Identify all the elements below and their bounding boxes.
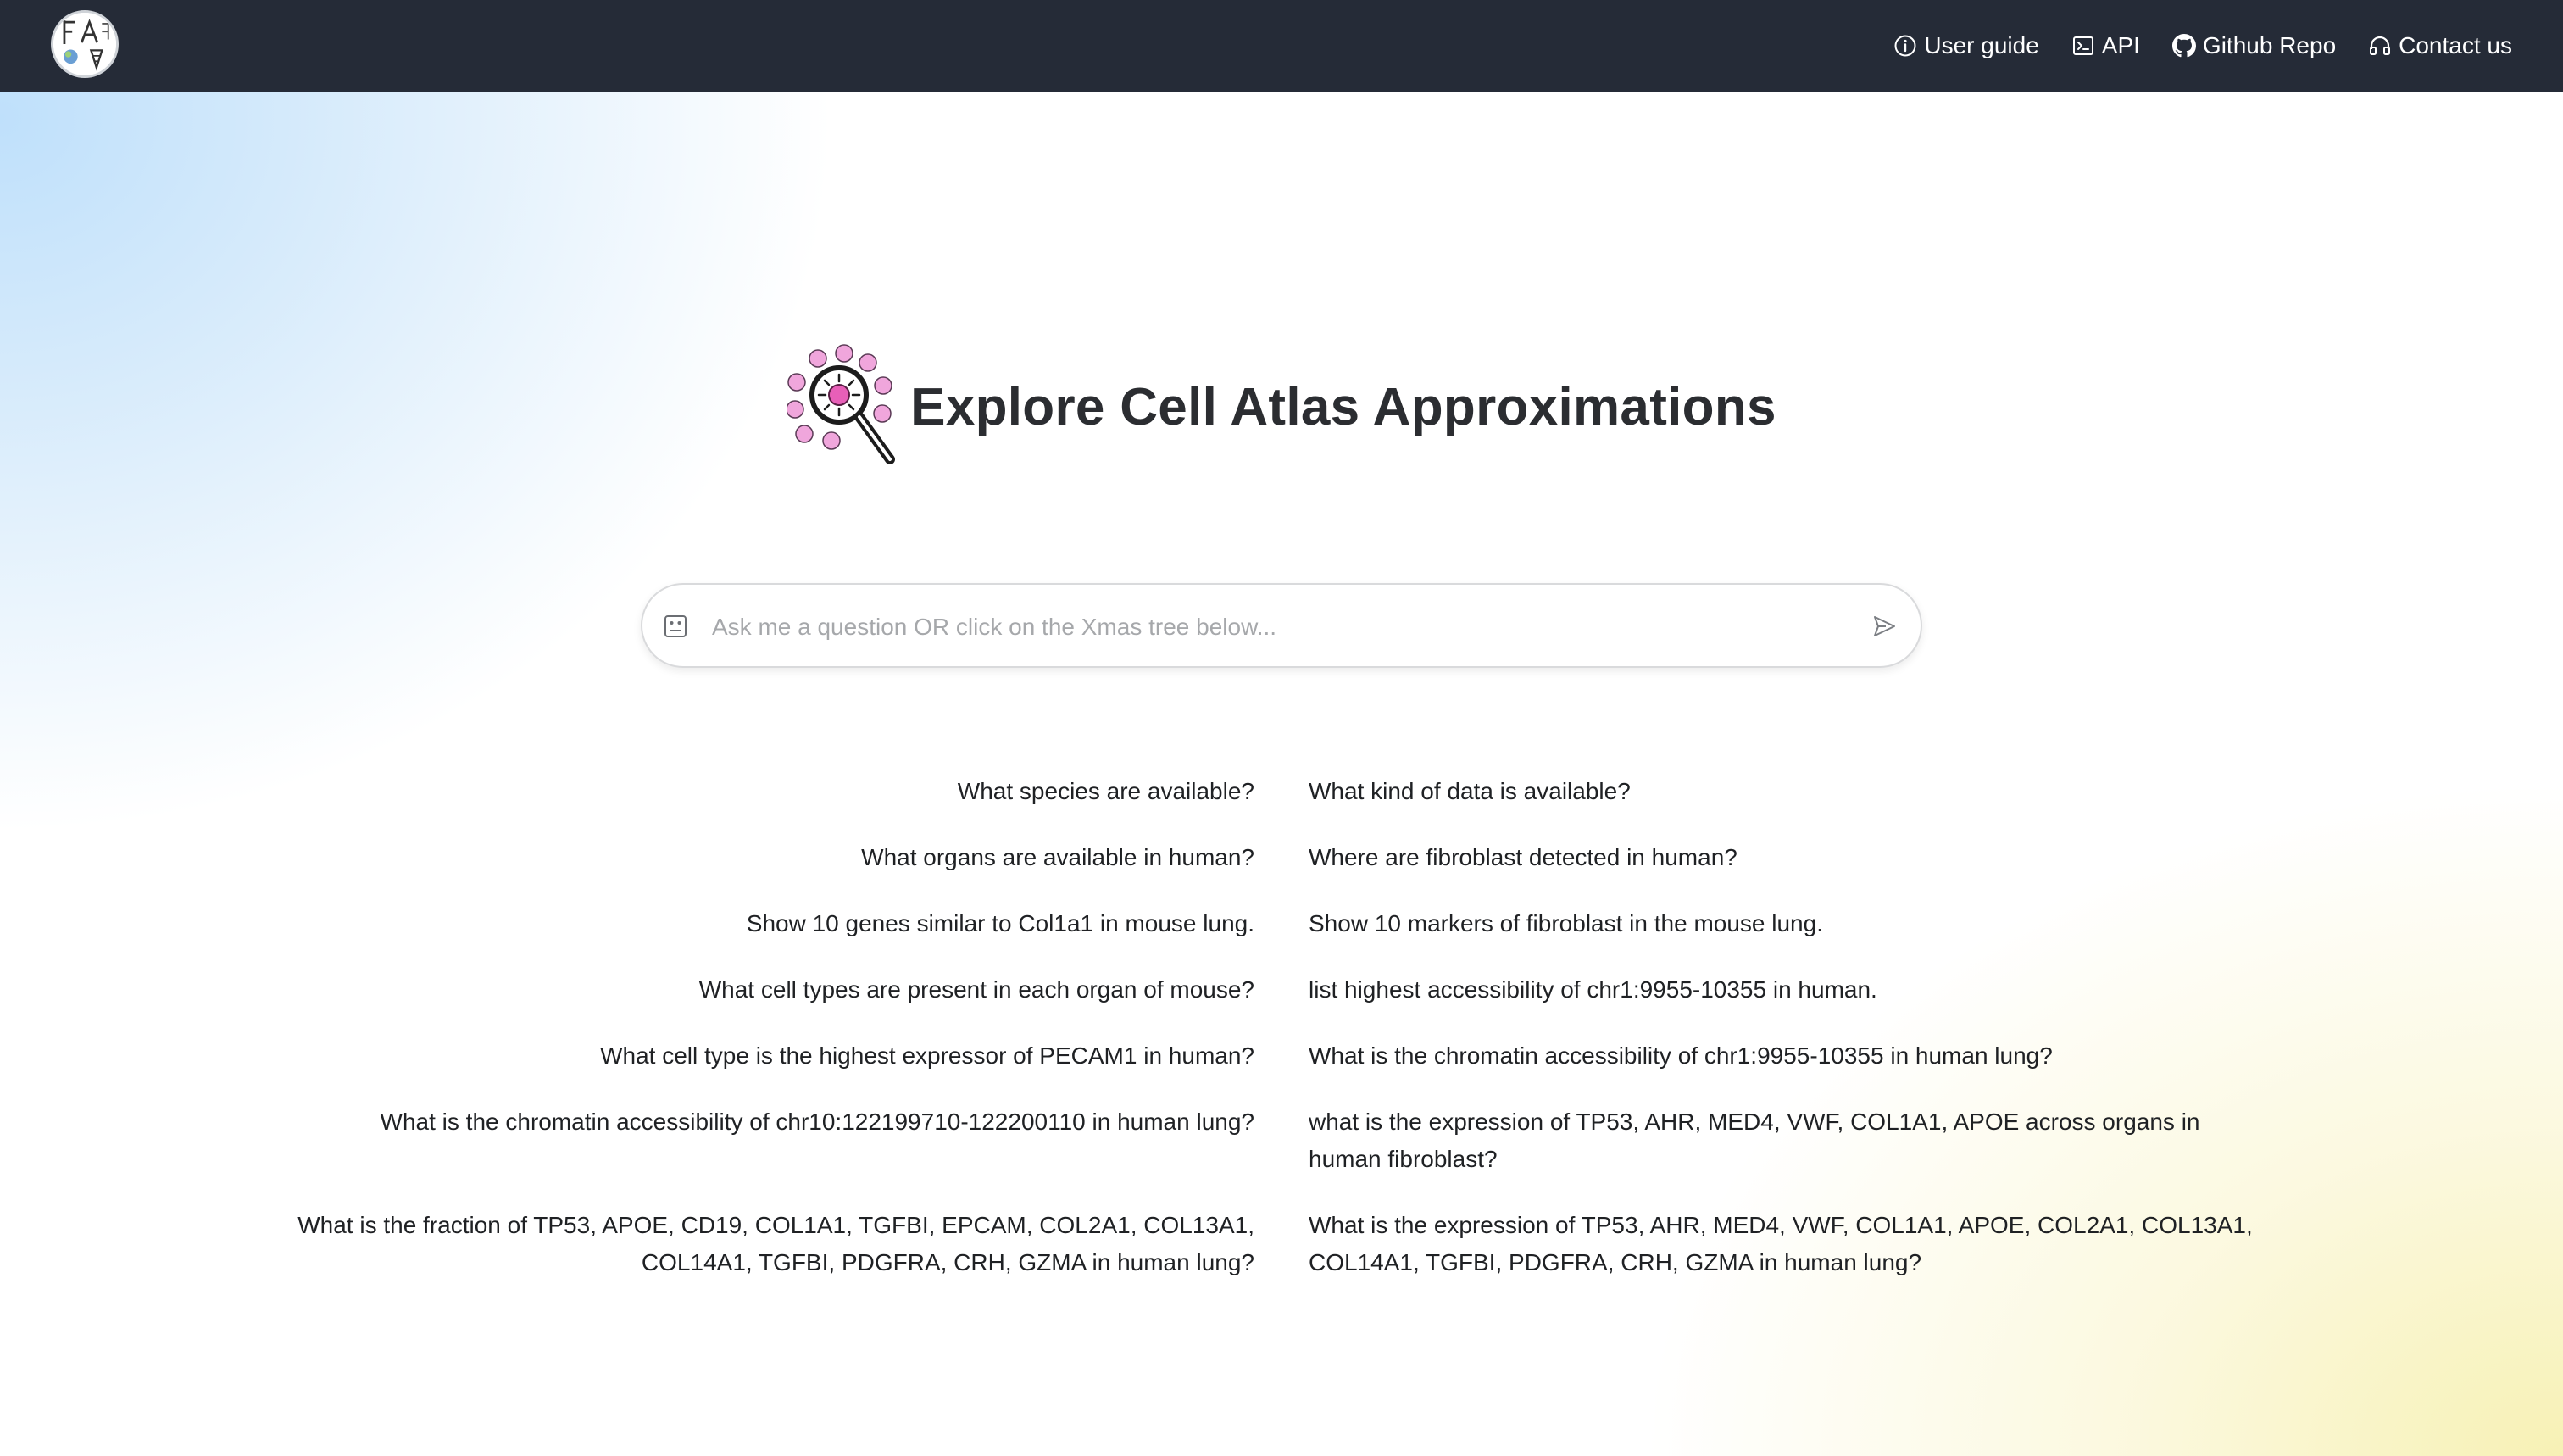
example-question[interactable]: What is the expression of TP53, AHR, MED… — [1309, 1207, 2275, 1281]
example-question[interactable]: list highest accessibility of chr1:9955-… — [1309, 971, 2275, 1009]
nav-links: User guide API Github Repo Contact us — [1893, 0, 2512, 92]
site-logo[interactable] — [51, 10, 119, 78]
example-questions: What species are available? What organs … — [288, 773, 2288, 1310]
nav-contact-label: Contact us — [2399, 32, 2512, 58]
nav-api-label: API — [2101, 32, 2140, 58]
nav-user-guide-link[interactable]: User guide — [1893, 32, 2039, 59]
example-question[interactable]: What species are available? — [288, 773, 1254, 810]
nav-api-link[interactable]: API — [2071, 32, 2140, 59]
nav-user-guide-label: User guide — [1924, 32, 2039, 58]
nav-contact-link[interactable]: Contact us — [2368, 32, 2512, 59]
example-column-right: What kind of data is available? Where ar… — [1309, 773, 2275, 1310]
example-question[interactable]: What cell type is the highest expressor … — [288, 1037, 1254, 1075]
page-title: Explore Cell Atlas Approximations — [910, 377, 1776, 436]
terminal-icon — [2072, 36, 2093, 55]
nav-github-link[interactable]: Github Repo — [2171, 32, 2337, 59]
headphones-icon — [2370, 36, 2391, 55]
top-navbar: User guide API Github Repo Contact us — [0, 0, 2563, 92]
send-button[interactable] — [1863, 605, 1905, 647]
bot-icon — [664, 615, 687, 637]
chat-search-bar — [641, 583, 1922, 668]
info-circle-icon — [1894, 35, 1916, 57]
logo-collage-icon — [53, 13, 116, 75]
example-question[interactable]: Show 10 genes similar to Col1a1 in mouse… — [288, 905, 1254, 942]
example-question[interactable]: What is the fraction of TP53, APOE, CD19… — [288, 1207, 1254, 1281]
hero-section: Explore Cell Atlas Approximations — [0, 339, 2563, 475]
github-icon — [2171, 34, 2196, 58]
example-question[interactable]: What is the chromatin accessibility of c… — [288, 1103, 1254, 1178]
example-question[interactable]: Where are fibroblast detected in human? — [1309, 839, 2275, 876]
example-question[interactable]: What cell types are present in each orga… — [288, 971, 1254, 1009]
nav-github-label: Github Repo — [2202, 32, 2337, 58]
example-question[interactable]: What organs are available in human? — [288, 839, 1254, 876]
example-question[interactable]: What kind of data is available? — [1309, 773, 2275, 810]
example-question[interactable]: Show 10 markers of fibroblast in the mou… — [1309, 905, 2275, 942]
chat-input[interactable] — [710, 602, 1849, 653]
send-icon — [1874, 616, 1895, 636]
example-question[interactable]: what is the expression of TP53, AHR, MED… — [1309, 1103, 2275, 1178]
example-column-left: What species are available? What organs … — [288, 773, 1254, 1310]
cell-magnifier-icon — [787, 344, 896, 464]
example-question[interactable]: What is the chromatin accessibility of c… — [1309, 1037, 2275, 1075]
